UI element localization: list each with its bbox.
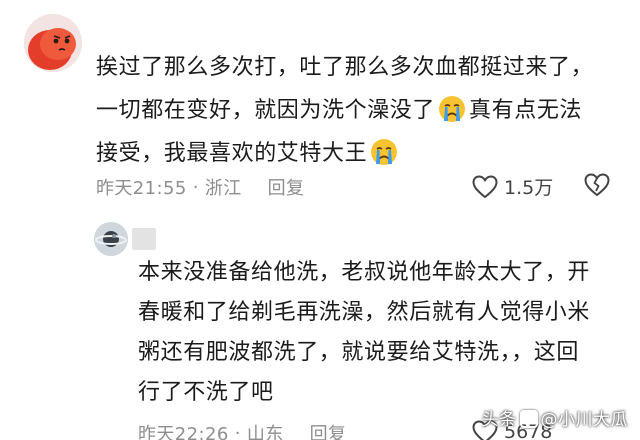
meta-separator: · [234,422,241,440]
comment-line: 接受，我最喜欢的艾特大王 [96,132,616,175]
comment-meta: 昨天22:26 · 山东 回复 [138,420,346,440]
comment-time: 昨天22:26 [138,424,229,440]
username-blurred [132,228,156,250]
comment-line-text: 真有点无法 [469,98,583,123]
watermark-prefix: 头条 [481,410,517,430]
heart-icon [472,174,498,198]
watermark-handle: @小川大瓜 [540,410,628,430]
user-avatar[interactable] [24,14,82,72]
comment-time: 昨天21:55 [96,178,187,199]
crying-face-icon [439,96,466,122]
comment-line: 本来没准备给他洗，老叔说他年龄太大了，开 [138,260,591,285]
red-bird-avatar-icon [24,14,82,72]
comment-line-text: 一切都在变好，就因为洗个澡没了 [96,98,436,123]
comment-location: 山东 [246,424,284,440]
comment-line: 春暖和了给剃毛再洗澡，然后就有人觉得小米 [138,300,591,325]
watermark: 头条 @小川大瓜 [482,405,629,430]
like-count: 1.5万 [504,177,554,199]
reply-button[interactable]: 回复 [310,420,347,440]
comment-location: 浙江 [204,178,242,199]
comment-text: 挨过了那么多次打，吐了那么多次血都挺过来了， 一切都在变好，就因为洗个澡没了 真… [96,46,616,175]
comment-text: 本来没准备给他洗，老叔说他年龄太大了，开 春暖和了给剃毛再洗澡，然后就有人觉得小… [138,253,618,413]
crying-face-icon [371,139,398,165]
comment-line-text: 接受，我最喜欢的艾特大王 [96,141,368,166]
comment-line: 挨过了那么多次打，吐了那么多次血都挺过来了， [96,55,594,80]
saturn-avatar-icon [94,222,128,256]
like-button[interactable]: 1.5万 [472,173,553,200]
broken-heart-icon [584,173,610,197]
comment-meta: 昨天21:55 · 浙江 回复 [96,174,304,200]
reply-button[interactable]: 回复 [268,174,305,200]
camera-icon [519,410,538,428]
meta-separator: · [192,176,199,198]
user-avatar[interactable] [94,222,128,256]
dislike-button[interactable] [584,173,610,201]
comment-line: 粥还有肥波都洗了，就说要给艾特洗，，这回 [138,340,580,365]
comment-line: 一切都在变好，就因为洗个澡没了 真有点无法 [96,89,616,132]
